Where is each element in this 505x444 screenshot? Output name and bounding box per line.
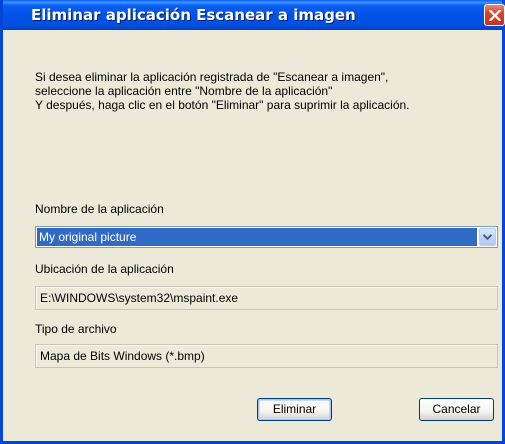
instruction-line-3: Y después, haga clic en el botón "Elimin… <box>35 98 410 112</box>
app-location-label: Ubicación de la aplicación <box>35 262 174 276</box>
delete-button[interactable]: Eliminar <box>257 398 332 421</box>
app-location-field: E:\WINDOWS\system32\mspaint.exe <box>35 286 498 310</box>
dialog-window: Eliminar aplicación Escanear a imagen Si… <box>0 0 505 444</box>
app-name-select[interactable]: My original picture <box>35 226 498 248</box>
cancel-button[interactable]: Cancelar <box>419 398 494 421</box>
app-location-value: E:\WINDOWS\system32\mspaint.exe <box>40 291 239 305</box>
close-button[interactable] <box>484 4 505 26</box>
file-type-value: Mapa de Bits Windows (*.bmp) <box>40 349 205 363</box>
instruction-line-1: Si desea eliminar la aplicación registra… <box>35 70 389 84</box>
chevron-down-icon <box>483 234 492 240</box>
dropdown-button[interactable] <box>479 228 496 246</box>
file-type-label: Tipo de archivo <box>35 322 117 336</box>
file-type-field: Mapa de Bits Windows (*.bmp) <box>35 344 498 368</box>
close-icon <box>489 10 501 21</box>
title-bar[interactable]: Eliminar aplicación Escanear a imagen <box>3 0 505 30</box>
app-name-selected-value: My original picture <box>37 228 477 246</box>
instruction-text: Si desea eliminar la aplicación registra… <box>35 70 495 112</box>
instruction-line-2: seleccione la aplicación entre "Nombre d… <box>35 84 333 98</box>
window-title: Eliminar aplicación Escanear a imagen <box>31 6 356 24</box>
app-name-label: Nombre de la aplicación <box>35 202 164 216</box>
